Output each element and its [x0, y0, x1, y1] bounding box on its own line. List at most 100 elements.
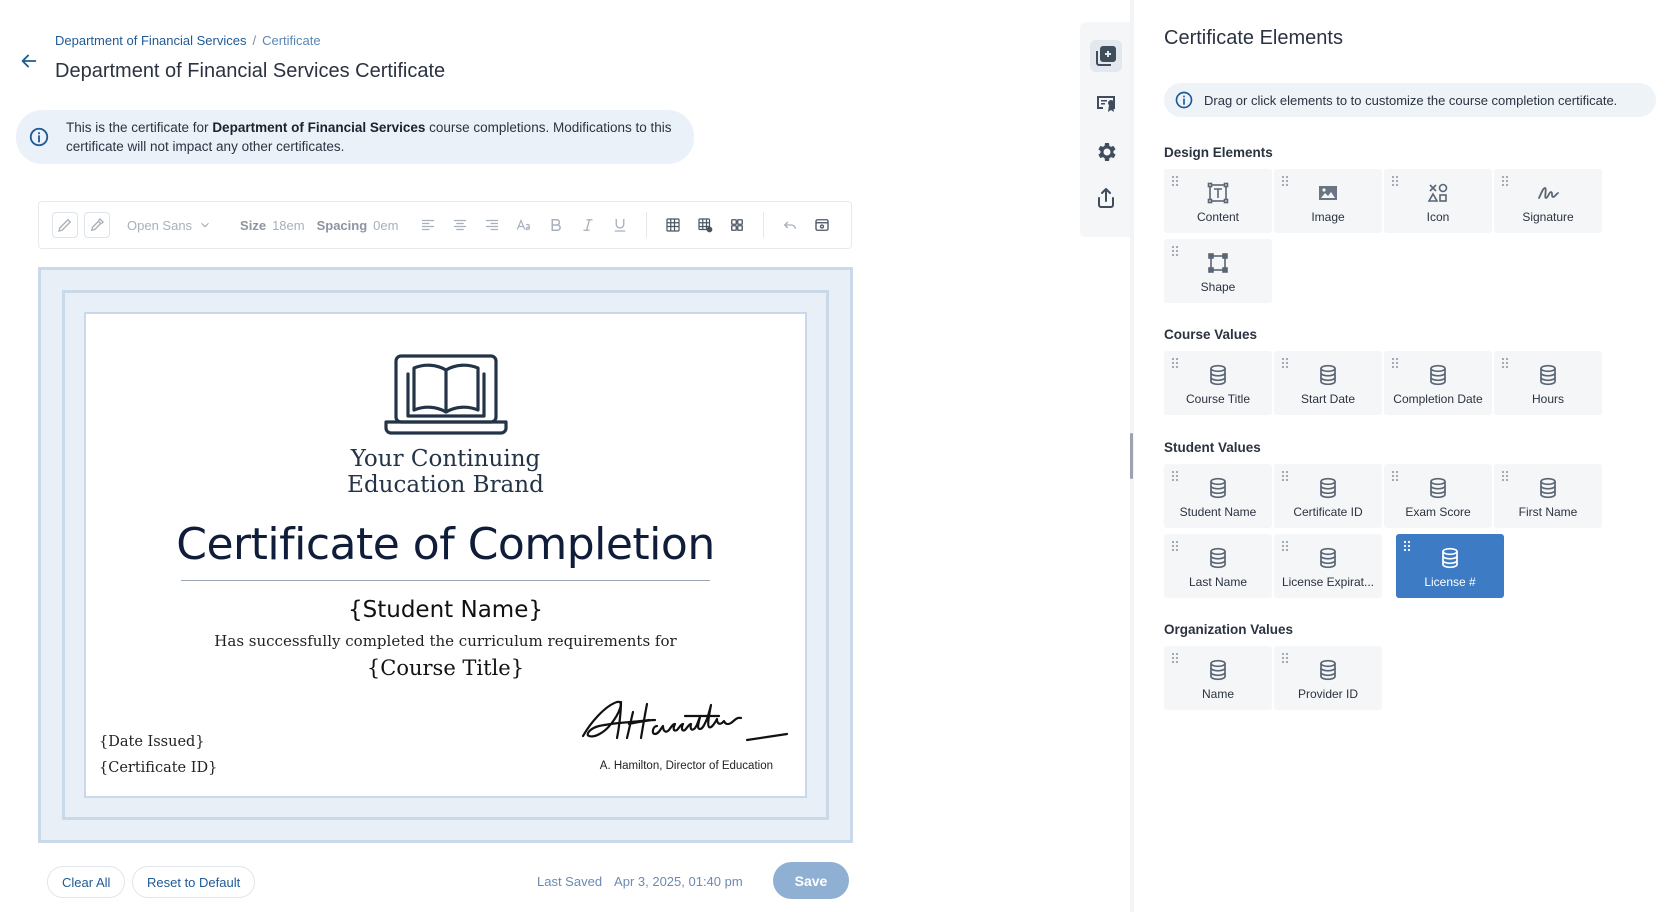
last-saved-status: Last Saved Apr 3, 2025, 01:40 pm: [537, 874, 743, 889]
share-export-icon[interactable]: [1090, 182, 1122, 214]
element-tile-label: Hours: [1531, 392, 1564, 406]
element-tile-start-date[interactable]: Start Date: [1274, 351, 1382, 415]
last-saved-value: Apr 3, 2025, 01:40 pm: [614, 874, 743, 889]
eyedropper-icon[interactable]: [84, 212, 110, 238]
database-icon: [1438, 546, 1462, 570]
panel-resize-handle[interactable]: [1130, 433, 1133, 479]
element-tile-exam-score[interactable]: Exam Score: [1384, 464, 1492, 528]
element-tile-completion-date[interactable]: Completion Date: [1384, 351, 1492, 415]
element-tile-content[interactable]: Content: [1164, 169, 1272, 233]
date-issued-placeholder[interactable]: {Date Issued}: [99, 734, 205, 750]
font-select[interactable]: Open Sans: [127, 218, 212, 233]
certificate-canvas[interactable]: Your Continuing Education Brand Certific…: [38, 267, 853, 843]
text-case-icon[interactable]: [511, 212, 537, 238]
breadcrumb-current: Certificate: [262, 33, 321, 48]
panel-info-text: Drag or click elements to to customize t…: [1204, 92, 1618, 108]
font-select-value: Open Sans: [127, 217, 193, 233]
drag-handle-icon[interactable]: [1281, 651, 1289, 664]
certificate-template-icon[interactable]: [1090, 88, 1122, 120]
element-tile-icon[interactable]: Icon: [1384, 169, 1492, 233]
drag-handle-icon[interactable]: [1391, 356, 1399, 369]
element-tile-label: Course Title: [1185, 392, 1251, 406]
formatting-toolbar: Open Sans Size 18em Spacing 0em: [38, 201, 852, 249]
info-icon: [1174, 90, 1194, 110]
drag-handle-icon[interactable]: [1171, 174, 1179, 187]
align-right-icon[interactable]: [479, 212, 505, 238]
breadcrumb-separator: /: [252, 33, 257, 48]
element-tile-label: Certificate ID: [1293, 505, 1363, 519]
table-icon[interactable]: [660, 212, 686, 238]
drag-handle-icon[interactable]: [1281, 356, 1289, 369]
element-tile-license-expirat[interactable]: License Expirat...: [1274, 534, 1382, 598]
signature-caption[interactable]: A. Hamilton, Director of Education: [600, 760, 773, 772]
section-title-organization: Organization Values: [1164, 622, 1294, 637]
student-name-placeholder[interactable]: {Student Name}: [86, 597, 805, 623]
pen-color-icon[interactable]: [52, 212, 78, 238]
course-title-placeholder[interactable]: {Course Title}: [86, 656, 805, 680]
underline-icon[interactable]: [607, 212, 633, 238]
element-tile-label: Completion Date: [1393, 392, 1483, 406]
add-element-icon[interactable]: [1090, 40, 1122, 72]
drag-handle-icon[interactable]: [1171, 469, 1179, 482]
drag-handle-icon[interactable]: [1281, 539, 1289, 552]
table-settings-icon[interactable]: [692, 212, 718, 238]
database-icon: [1316, 476, 1340, 500]
align-left-icon[interactable]: [415, 212, 441, 238]
element-tile-certificate-id[interactable]: Certificate ID: [1274, 464, 1382, 528]
certificate-title[interactable]: Certificate of Completion: [86, 519, 805, 570]
drag-handle-icon[interactable]: [1391, 174, 1399, 187]
section-title-student: Student Values: [1164, 440, 1261, 455]
drag-handle-icon[interactable]: [1171, 651, 1179, 664]
clear-all-button[interactable]: Clear All: [47, 866, 126, 898]
brand-name[interactable]: Your Continuing Education Brand: [86, 446, 805, 498]
element-tile-shape[interactable]: Shape: [1164, 239, 1272, 303]
spacing-field[interactable]: Spacing 0em: [317, 218, 399, 233]
reset-to-default-button[interactable]: Reset to Default: [132, 866, 256, 898]
certificate-body[interactable]: Your Continuing Education Brand Certific…: [84, 312, 807, 798]
certificate-id-placeholder[interactable]: {Certificate ID}: [99, 760, 217, 776]
brand-laptop-book-icon[interactable]: [383, 354, 508, 436]
element-tile-image[interactable]: Image: [1274, 169, 1382, 233]
bold-icon[interactable]: [543, 212, 569, 238]
element-tile-course-title[interactable]: Course Title: [1164, 351, 1272, 415]
element-tile-hours[interactable]: Hours: [1494, 351, 1602, 415]
drag-handle-icon[interactable]: [1171, 539, 1179, 552]
drag-handle-icon[interactable]: [1171, 244, 1179, 257]
element-tile-name[interactable]: Name: [1164, 646, 1272, 710]
italic-icon[interactable]: [575, 212, 601, 238]
settings-gear-icon[interactable]: [1090, 136, 1122, 168]
drag-handle-icon[interactable]: [1281, 174, 1289, 187]
drag-handle-icon[interactable]: [1501, 356, 1509, 369]
element-tile-student-name[interactable]: Student Name: [1164, 464, 1272, 528]
save-button[interactable]: Save: [773, 862, 849, 899]
element-tile-last-name[interactable]: Last Name: [1164, 534, 1272, 598]
element-tile-label: Student Name: [1179, 505, 1257, 519]
database-icon: [1206, 546, 1230, 570]
image-icon: [1316, 181, 1340, 205]
element-tile-label: License Expirat...: [1281, 575, 1375, 589]
element-tile-signature[interactable]: Signature: [1494, 169, 1602, 233]
grid-icon[interactable]: [724, 212, 750, 238]
section-title-course: Course Values: [1164, 327, 1258, 342]
panel-info-banner: Drag or click elements to to customize t…: [1164, 83, 1656, 117]
drag-handle-icon[interactable]: [1501, 469, 1509, 482]
signature-image[interactable]: [577, 696, 793, 754]
element-tile-label: Exam Score: [1405, 505, 1471, 519]
section-title-design: Design Elements: [1164, 145, 1273, 160]
preview-icon[interactable]: [809, 212, 835, 238]
element-tile-label: Shape: [1200, 280, 1236, 294]
drag-handle-icon[interactable]: [1501, 174, 1509, 187]
element-tile-license[interactable]: License #: [1396, 534, 1504, 598]
completion-text[interactable]: Has successfully completed the curriculu…: [86, 632, 805, 650]
size-field[interactable]: Size 18em: [240, 218, 305, 233]
back-arrow-icon[interactable]: [18, 50, 40, 72]
drag-handle-icon[interactable]: [1403, 539, 1411, 552]
breadcrumb-parent-link[interactable]: Department of Financial Services: [55, 33, 246, 48]
element-tile-first-name[interactable]: First Name: [1494, 464, 1602, 528]
drag-handle-icon[interactable]: [1391, 469, 1399, 482]
align-center-icon[interactable]: [447, 212, 473, 238]
drag-handle-icon[interactable]: [1281, 469, 1289, 482]
element-tile-provider-id[interactable]: Provider ID: [1274, 646, 1382, 710]
drag-handle-icon[interactable]: [1171, 356, 1179, 369]
undo-icon[interactable]: [777, 212, 803, 238]
